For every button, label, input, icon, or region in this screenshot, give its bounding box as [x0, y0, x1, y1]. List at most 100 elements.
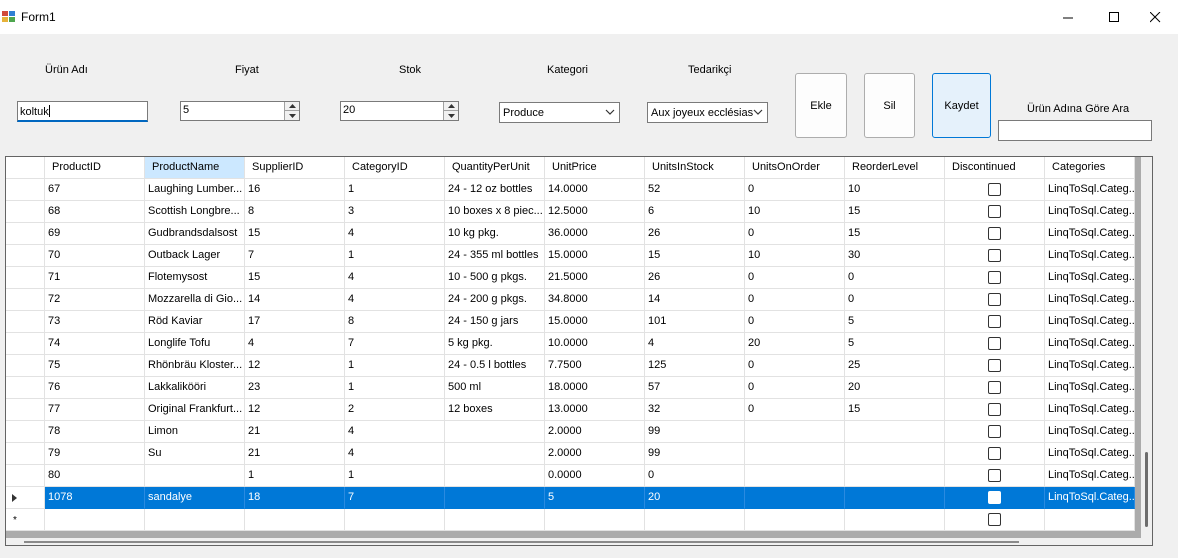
cell-supplierid[interactable]: 16: [245, 179, 345, 201]
cell-unitsonorder[interactable]: 0: [745, 289, 845, 311]
cell-reorderlevel[interactable]: [845, 509, 945, 531]
product-name-input[interactable]: koltuk: [17, 101, 148, 122]
table-row[interactable]: 73 Röd Kaviar 17 8 24 - 150 g jars 15.0000 101…: [6, 311, 1135, 333]
cell-supplierid[interactable]: 17: [245, 311, 345, 333]
discontinued-checkbox-cell[interactable]: [945, 179, 1045, 201]
cell-unitsonorder[interactable]: [745, 443, 845, 465]
cell-reorderlevel[interactable]: 15: [845, 399, 945, 421]
cell-categories[interactable]: LinqToSql.Categ...: [1045, 443, 1135, 465]
cell-reorderlevel[interactable]: 0: [845, 267, 945, 289]
table-row[interactable]: 76 Lakkalikööri 23 1 500 ml 18.0000 57 0 20 LinqT…: [6, 377, 1135, 399]
cell-productname[interactable]: Laughing Lumber...: [145, 179, 245, 201]
cell-productid[interactable]: 77: [45, 399, 145, 421]
cell-supplierid[interactable]: 21: [245, 421, 345, 443]
row-header[interactable]: [6, 399, 45, 421]
cell-quantityperunit[interactable]: 24 - 0.5 l bottles: [445, 355, 545, 377]
cell-categories[interactable]: LinqToSql.Categ...: [1045, 399, 1135, 421]
cell-unitsinstock[interactable]: 99: [645, 443, 745, 465]
cell-productid[interactable]: 71: [45, 267, 145, 289]
cell-reorderlevel[interactable]: 15: [845, 201, 945, 223]
discontinued-checkbox[interactable]: [988, 315, 1001, 328]
cell-productname[interactable]: Scottish Longbre...: [145, 201, 245, 223]
maximize-button[interactable]: [1091, 0, 1137, 34]
column-header-productname[interactable]: ProductName: [145, 157, 245, 179]
cell-unitsinstock[interactable]: 52: [645, 179, 745, 201]
cell-quantityperunit[interactable]: 24 - 200 g pkgs.: [445, 289, 545, 311]
cell-unitprice[interactable]: 14.0000: [545, 179, 645, 201]
cell-unitsonorder[interactable]: 0: [745, 179, 845, 201]
cell-reorderlevel[interactable]: [845, 465, 945, 487]
column-header-unitsinstock[interactable]: UnitsInStock: [645, 157, 745, 179]
cell-categories[interactable]: LinqToSql.Categ...: [1045, 465, 1135, 487]
cell-quantityperunit[interactable]: [445, 487, 545, 509]
cell-unitprice[interactable]: 10.0000: [545, 333, 645, 355]
row-header[interactable]: [6, 267, 45, 289]
cell-unitprice[interactable]: 21.5000: [545, 267, 645, 289]
discontinued-checkbox-cell[interactable]: [945, 443, 1045, 465]
cell-categoryid[interactable]: 2: [345, 399, 445, 421]
cell-productid[interactable]: 76: [45, 377, 145, 399]
cell-unitsinstock[interactable]: 4: [645, 333, 745, 355]
cell-supplierid[interactable]: 18: [245, 487, 345, 509]
table-row[interactable]: 75 Rhönbräu Kloster... 12 1 24 - 0.5 l bottl…: [6, 355, 1135, 377]
discontinued-checkbox-cell[interactable]: [945, 509, 1045, 531]
minimize-button[interactable]: [1045, 0, 1091, 34]
cell-reorderlevel[interactable]: [845, 443, 945, 465]
cell-quantityperunit[interactable]: [445, 421, 545, 443]
cell-productname[interactable]: Limon: [145, 421, 245, 443]
table-row[interactable]: 77 Original Frankfurt... 12 2 12 boxes 13.000…: [6, 399, 1135, 421]
cell-unitsinstock[interactable]: 26: [645, 267, 745, 289]
cell-categories[interactable]: LinqToSql.Categ...: [1045, 179, 1135, 201]
cell-supplierid[interactable]: 8: [245, 201, 345, 223]
cell-categoryid[interactable]: 7: [345, 333, 445, 355]
cell-supplierid[interactable]: 1: [245, 465, 345, 487]
cell-productid[interactable]: 1078: [45, 487, 145, 509]
row-header[interactable]: [6, 179, 45, 201]
cell-quantityperunit[interactable]: 24 - 355 ml bottles: [445, 245, 545, 267]
row-header[interactable]: [6, 201, 45, 223]
column-header-quantityperunit[interactable]: QuantityPerUnit: [445, 157, 545, 179]
discontinued-checkbox-cell[interactable]: [945, 421, 1045, 443]
cell-categories[interactable]: LinqToSql.Categ...: [1045, 311, 1135, 333]
discontinued-checkbox[interactable]: [988, 513, 1001, 526]
add-button[interactable]: Ekle: [795, 73, 847, 138]
cell-productname[interactable]: sandalye: [145, 487, 245, 509]
column-header-unitprice[interactable]: UnitPrice: [545, 157, 645, 179]
cell-unitprice[interactable]: 18.0000: [545, 377, 645, 399]
discontinued-checkbox[interactable]: [988, 381, 1001, 394]
cell-quantityperunit[interactable]: 10 kg pkg.: [445, 223, 545, 245]
cell-unitsonorder[interactable]: 10: [745, 245, 845, 267]
products-grid[interactable]: ProductID ProductName SupplierID CategoryID…: [5, 156, 1153, 546]
cell-categoryid[interactable]: 4: [345, 223, 445, 245]
row-header[interactable]: *: [6, 509, 45, 531]
table-row[interactable]: 72 Mozzarella di Gio... 14 4 24 - 200 g pkgs…: [6, 289, 1135, 311]
discontinued-checkbox[interactable]: [988, 469, 1001, 482]
table-row[interactable]: 71 Flotemysost 15 4 10 - 500 g pkgs. 21.5000 2…: [6, 267, 1135, 289]
cell-categories[interactable]: [1045, 509, 1135, 531]
discontinued-checkbox-cell[interactable]: [945, 465, 1045, 487]
column-header-reorderlevel[interactable]: ReorderLevel: [845, 157, 945, 179]
cell-categoryid[interactable]: 7: [345, 487, 445, 509]
horizontal-scroll-thumb[interactable]: [24, 541, 1019, 543]
cell-unitprice[interactable]: 36.0000: [545, 223, 645, 245]
cell-unitsonorder[interactable]: [745, 509, 845, 531]
cell-categoryid[interactable]: 4: [345, 267, 445, 289]
cell-quantityperunit[interactable]: 5 kg pkg.: [445, 333, 545, 355]
column-header-categoryid[interactable]: CategoryID: [345, 157, 445, 179]
discontinued-checkbox[interactable]: [988, 293, 1001, 306]
discontinued-checkbox[interactable]: [988, 491, 1001, 504]
cell-reorderlevel[interactable]: [845, 421, 945, 443]
row-header[interactable]: [6, 443, 45, 465]
cell-supplierid[interactable]: 15: [245, 223, 345, 245]
cell-unitsinstock[interactable]: 15: [645, 245, 745, 267]
cell-unitsonorder[interactable]: 0: [745, 377, 845, 399]
cell-reorderlevel[interactable]: 5: [845, 333, 945, 355]
cell-quantityperunit[interactable]: 500 ml: [445, 377, 545, 399]
cell-categories[interactable]: LinqToSql.Categ...: [1045, 201, 1135, 223]
cell-quantityperunit[interactable]: 24 - 150 g jars: [445, 311, 545, 333]
discontinued-checkbox-cell[interactable]: [945, 267, 1045, 289]
cell-categories[interactable]: LinqToSql.Categ...: [1045, 487, 1135, 509]
cell-unitprice[interactable]: 2.0000: [545, 421, 645, 443]
delete-button[interactable]: Sil: [864, 73, 915, 138]
cell-productid[interactable]: 72: [45, 289, 145, 311]
